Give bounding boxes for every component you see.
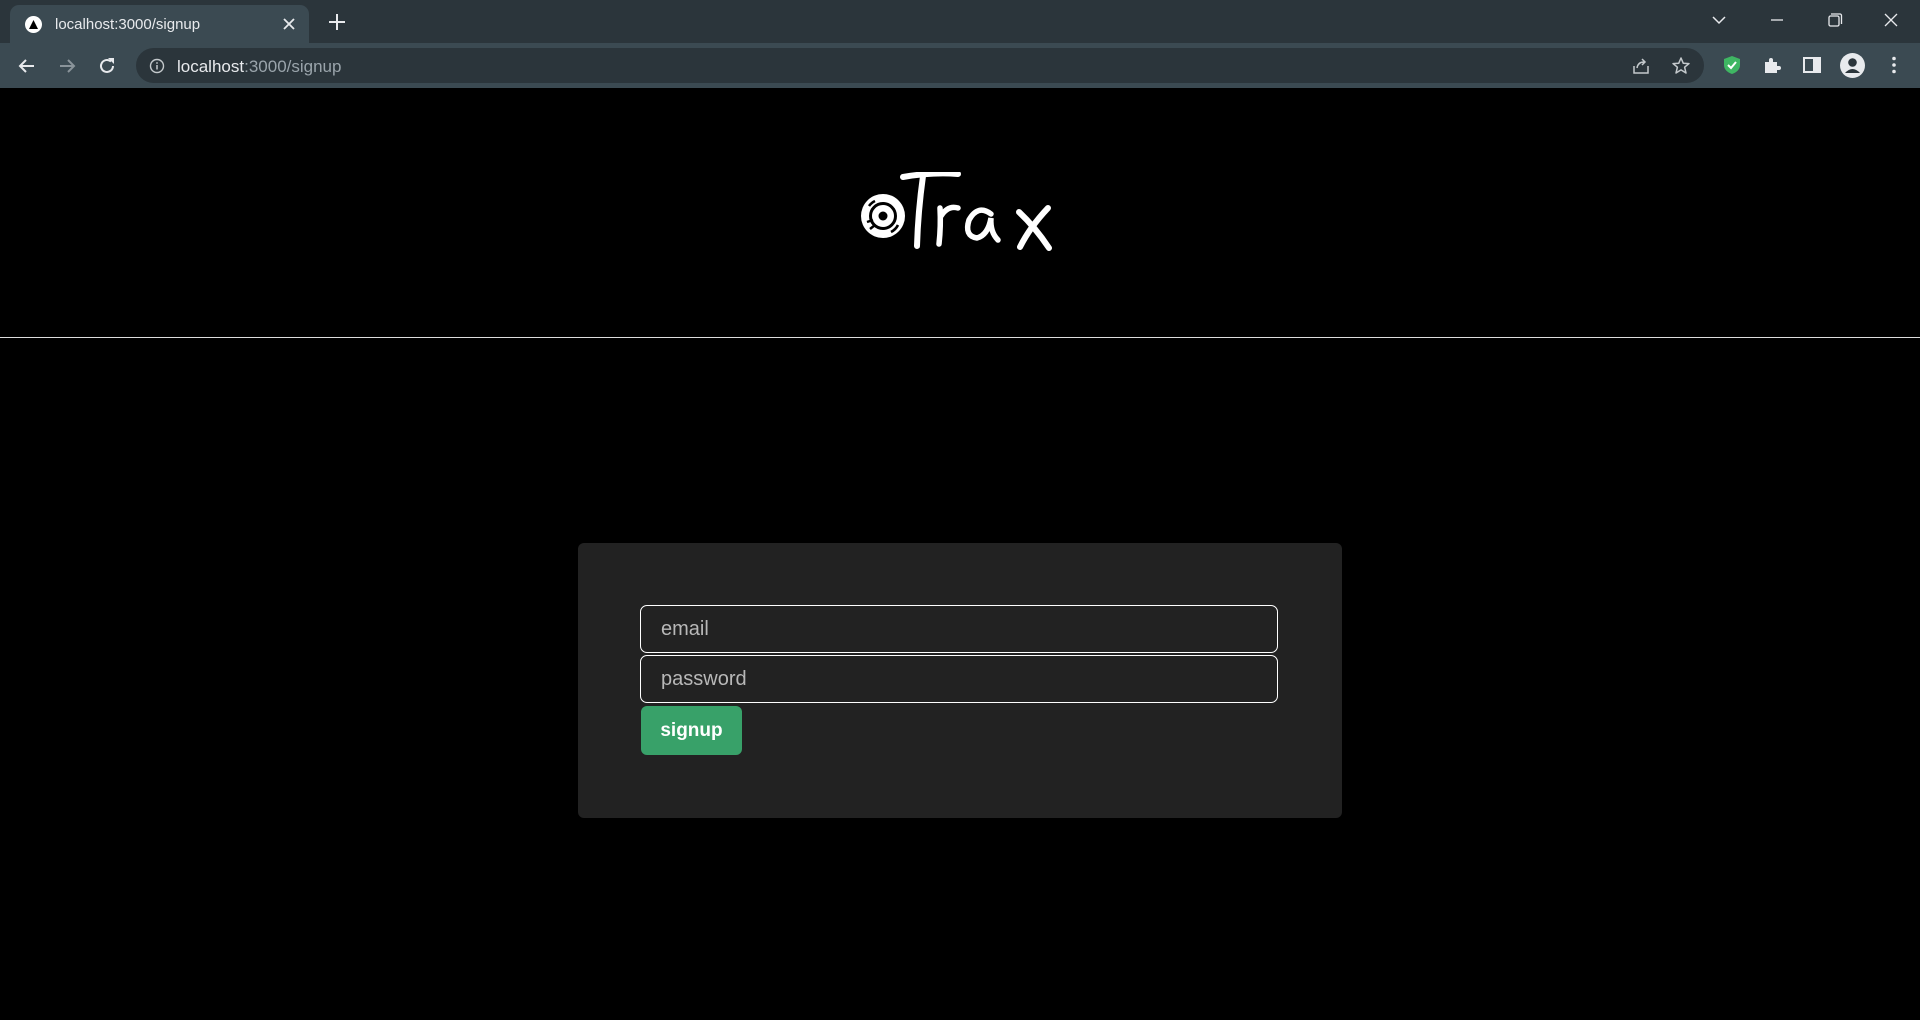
- restore-icon[interactable]: [1817, 6, 1851, 34]
- password-input[interactable]: [640, 655, 1278, 703]
- browser-tab[interactable]: localhost:3000/signup: [10, 5, 309, 43]
- back-icon[interactable]: [14, 53, 40, 79]
- email-input[interactable]: [640, 605, 1278, 653]
- address-bar[interactable]: localhost:3000/signup: [136, 48, 1704, 83]
- signup-button[interactable]: signup: [641, 706, 742, 755]
- url-host: localhost: [177, 57, 245, 76]
- url-text: localhost:3000/signup: [177, 57, 341, 77]
- bookmark-star-icon[interactable]: [1671, 56, 1691, 76]
- site-info-icon[interactable]: [149, 58, 165, 74]
- profile-avatar-icon[interactable]: [1840, 53, 1865, 78]
- menu-kebab-icon[interactable]: [1883, 54, 1905, 76]
- share-icon[interactable]: [1631, 56, 1651, 76]
- close-window-icon[interactable]: [1874, 6, 1908, 34]
- minimize-icon[interactable]: [1760, 6, 1794, 34]
- tab-search-icon[interactable]: [1702, 6, 1736, 34]
- url-path: :3000/signup: [244, 57, 342, 76]
- new-tab-icon[interactable]: [325, 10, 349, 34]
- shield-extension-icon[interactable]: [1721, 54, 1743, 76]
- browser-toolbar: localhost:3000/signup: [0, 43, 1920, 88]
- browser-tab-bar: localhost:3000/signup: [0, 0, 1920, 43]
- reload-icon[interactable]: [94, 53, 120, 79]
- close-tab-icon[interactable]: [279, 14, 299, 34]
- trax-logo-artwork: [861, 170, 1052, 251]
- tab-title: localhost:3000/signup: [55, 16, 201, 33]
- trax-logo: [860, 170, 1060, 254]
- side-panel-icon[interactable]: [1801, 54, 1823, 76]
- forward-icon[interactable]: [54, 53, 80, 79]
- site-favicon-icon: [25, 16, 42, 33]
- extensions-puzzle-icon[interactable]: [1761, 54, 1783, 76]
- signup-form-card: signup: [578, 543, 1342, 818]
- header-divider: [0, 337, 1920, 338]
